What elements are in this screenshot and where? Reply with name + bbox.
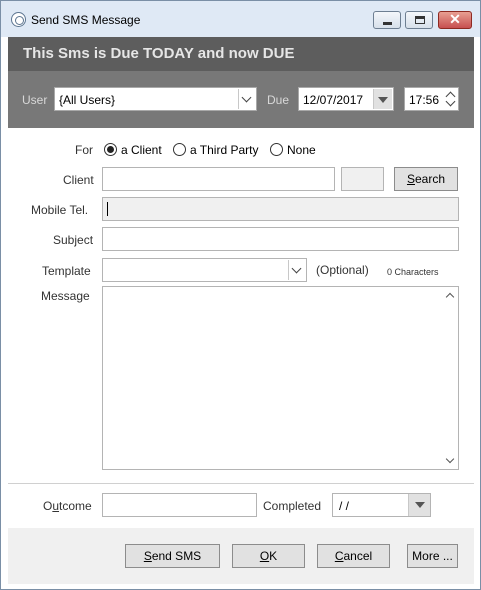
triangle-down-icon: [378, 97, 388, 103]
minimize-button[interactable]: [373, 11, 401, 29]
divider: [8, 483, 474, 484]
search-button[interactable]: Search: [394, 167, 458, 191]
template-dropdown-button[interactable]: [288, 260, 305, 280]
maximize-button[interactable]: [405, 11, 433, 29]
filter-strip: User {All Users} Due 12/07/2017 17:56: [8, 71, 474, 128]
template-optional-hint: (Optional): [316, 263, 369, 277]
chevron-down-icon[interactable]: [445, 96, 456, 107]
due-banner-text: This Sms is Due TODAY and now DUE: [23, 45, 295, 62]
more-button[interactable]: More ...: [407, 544, 458, 568]
user-label: User: [22, 93, 48, 107]
scroll-up-icon[interactable]: [445, 292, 455, 302]
radio-client-label[interactable]: a Client: [121, 143, 162, 157]
radio-none[interactable]: [270, 143, 283, 156]
client-label: Client: [63, 173, 94, 187]
user-dropdown-button[interactable]: [238, 89, 255, 109]
close-button[interactable]: ✕: [438, 11, 472, 29]
user-select[interactable]: {All Users}: [54, 87, 257, 111]
mobile-label: Mobile Tel.: [31, 203, 89, 217]
send-sms-button[interactable]: Send SMS: [125, 544, 220, 568]
send-sms-window: Send SMS Message ✕ This Sms is Due TODAY…: [0, 0, 481, 590]
cancel-button[interactable]: Cancel: [317, 544, 390, 568]
radio-third-party[interactable]: [173, 143, 186, 156]
radio-none-label[interactable]: None: [287, 143, 316, 157]
due-date-picker[interactable]: 12/07/2017: [298, 87, 394, 111]
mobile-input[interactable]: [102, 197, 459, 221]
due-date-dropdown-button[interactable]: [373, 89, 392, 109]
template-select[interactable]: [102, 258, 307, 282]
message-label: Message: [41, 289, 90, 303]
title-bar: Send SMS Message ✕: [1, 1, 480, 37]
due-label: Due: [267, 93, 290, 107]
scroll-down-icon[interactable]: [445, 454, 455, 464]
due-time-value: 17:56: [409, 93, 440, 107]
for-label: For: [75, 143, 93, 157]
client-input[interactable]: [102, 167, 335, 191]
text-caret: [107, 202, 108, 216]
maximize-icon: [415, 16, 425, 24]
outcome-input[interactable]: [102, 493, 257, 517]
user-select-value: {All Users}: [59, 93, 116, 107]
subject-input[interactable]: [102, 227, 459, 251]
character-count: 0 Characters: [387, 267, 439, 277]
due-banner: This Sms is Due TODAY and now DUE: [8, 37, 474, 71]
subject-label: Subject: [53, 233, 94, 247]
completed-label: Completed: [263, 499, 322, 513]
app-icon: [11, 12, 26, 27]
message-scrollbar[interactable]: [443, 287, 458, 469]
close-icon: ✕: [449, 11, 461, 27]
time-spin-buttons[interactable]: [444, 89, 457, 109]
due-time-spinner[interactable]: 17:56: [404, 87, 459, 111]
chevron-down-icon: [241, 92, 252, 103]
due-date-value: 12/07/2017: [303, 93, 364, 107]
send-sms-button-label: Send SMS: [143, 549, 202, 563]
window-title: Send SMS Message: [31, 13, 141, 27]
radio-third-party-label[interactable]: a Third Party: [190, 143, 258, 157]
ok-button-label: OK: [259, 549, 278, 563]
minimize-icon: [383, 22, 392, 25]
radio-client[interactable]: [104, 143, 117, 156]
more-button-label: More ...: [412, 549, 453, 563]
message-textarea[interactable]: [102, 286, 459, 470]
ok-button[interactable]: OK: [232, 544, 305, 568]
template-label: Template: [42, 264, 91, 278]
triangle-down-icon: [415, 502, 425, 508]
completed-date-value: / /: [339, 499, 350, 513]
cancel-button-label: Cancel: [334, 549, 373, 563]
completed-date-picker[interactable]: / /: [332, 493, 431, 517]
outcome-label: Outcome: [43, 499, 92, 513]
search-button-label: Search: [406, 172, 446, 186]
chevron-down-icon: [291, 263, 302, 274]
client-code-field: [341, 167, 384, 191]
completed-date-dropdown-button[interactable]: [408, 494, 430, 516]
